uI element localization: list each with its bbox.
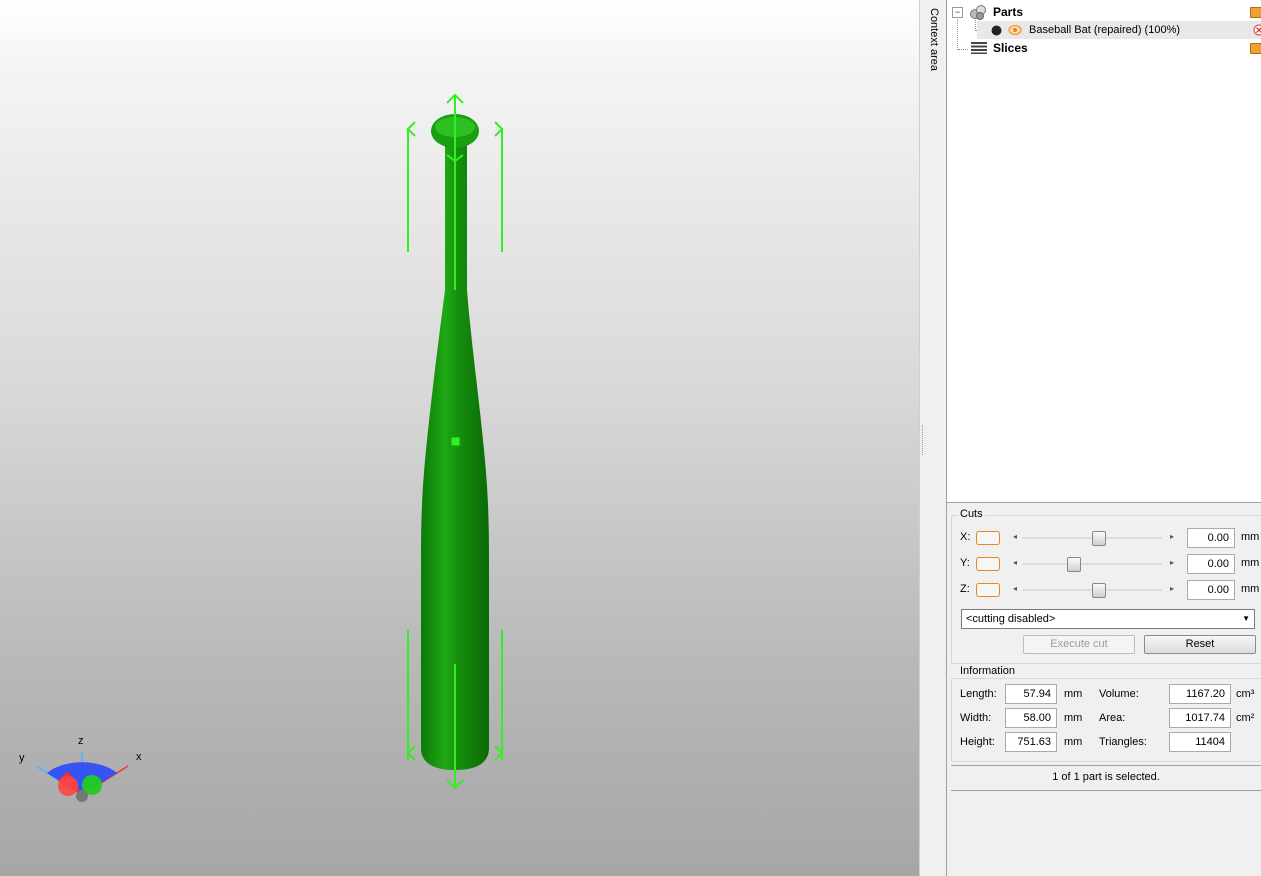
visibility-dot-icon[interactable] [991, 25, 1002, 36]
cut-y-label: Y: [960, 557, 970, 569]
3d-viewport[interactable]: z y x [0, 0, 919, 876]
cut-x-label: X: [960, 531, 971, 543]
remove-icon[interactable] [1253, 24, 1261, 36]
triangles-label: Triangles: [1099, 736, 1147, 748]
chevron-down-icon[interactable]: ▼ [1242, 610, 1250, 628]
volume-label: Volume: [1099, 688, 1139, 700]
cut-y-unit: mm [1241, 557, 1260, 569]
height-unit: mm [1064, 736, 1083, 748]
y-axis-label: y [19, 752, 25, 764]
cut-x-unit: mm [1241, 531, 1260, 543]
eye-icon[interactable] [1008, 24, 1022, 36]
cut-z-input[interactable]: 0.00 [1187, 580, 1235, 600]
cut-x-color-swatch[interactable] [976, 531, 1000, 545]
slices-icon [971, 42, 987, 54]
cut-mode-value: <cutting disabled> [966, 613, 1056, 625]
model-label: Baseball Bat (repaired) (100%) [1029, 24, 1181, 36]
cut-z-color-swatch[interactable] [976, 583, 1000, 597]
folder-icon[interactable] [1250, 7, 1261, 18]
slider-right-arrow-icon[interactable]: ▸ [1170, 532, 1174, 541]
cut-z-slider[interactable]: ◂ ▸ [1008, 583, 1176, 598]
width-value: 58.00 [1005, 708, 1057, 728]
z-axis-label: z [78, 735, 84, 747]
cut-z-unit: mm [1241, 583, 1260, 595]
splitter-grip[interactable] [922, 425, 925, 455]
slices-label: Slices [993, 41, 1028, 55]
folder-icon[interactable] [1250, 43, 1261, 54]
cut-mode-select[interactable]: <cutting disabled> ▼ [961, 609, 1255, 629]
tree-item-slices[interactable]: Slices [947, 39, 1261, 57]
tree-item-baseball-bat[interactable]: Baseball Bat (repaired) (100%) [977, 21, 1261, 39]
information-title: Information [958, 665, 1018, 677]
height-label: Height: [960, 736, 995, 748]
collapse-icon[interactable]: − [952, 7, 963, 18]
width-unit: mm [1064, 712, 1083, 724]
x-axis-label: x [136, 751, 142, 763]
cut-z-label: Z: [960, 583, 970, 595]
parts-label: Parts [993, 5, 1024, 19]
length-unit: mm [1064, 688, 1083, 700]
area-label: Area: [1099, 712, 1126, 724]
slider-thumb[interactable] [1066, 557, 1081, 572]
height-value: 751.63 [1005, 732, 1057, 752]
viewport-canvas[interactable]: z y x [0, 0, 919, 876]
execute-cut-button[interactable]: Execute cut [1023, 635, 1135, 654]
properties-panel: Cuts X: ◂ ▸ 0.00 mm Y: ◂ ▸ 0.00 mm Z: ◂ [947, 503, 1261, 876]
slider-thumb[interactable] [1092, 583, 1107, 598]
selection-status: 1 of 1 part is selected. [951, 765, 1261, 791]
area-value: 1017.74 [1169, 708, 1231, 728]
tree-item-parts[interactable]: − Parts [947, 3, 1261, 21]
width-label: Width: [960, 712, 992, 724]
cut-x-slider[interactable]: ◂ ▸ [1008, 531, 1176, 546]
cuts-title: Cuts [958, 508, 985, 520]
cut-y-input[interactable]: 0.00 [1187, 554, 1235, 574]
slider-right-arrow-icon[interactable]: ▸ [1170, 584, 1174, 593]
context-area-tab[interactable]: Context area [926, 0, 947, 876]
axis-gizmo: z y x [19, 735, 142, 802]
reset-button[interactable]: Reset [1144, 635, 1256, 654]
parts-icon [970, 5, 986, 20]
length-label: Length: [960, 688, 997, 700]
center-handle[interactable] [450, 436, 461, 447]
area-unit: cm² [1236, 712, 1255, 724]
context-area-label: Context area [928, 8, 940, 71]
volume-value: 1167.20 [1169, 684, 1231, 704]
cut-y-slider[interactable]: ◂ ▸ [1008, 557, 1176, 572]
volume-unit: cm³ [1236, 688, 1255, 700]
slider-left-arrow-icon[interactable]: ◂ [1013, 532, 1017, 541]
cut-x-input[interactable]: 0.00 [1187, 528, 1235, 548]
length-value: 57.94 [1005, 684, 1057, 704]
object-tree[interactable]: − Parts Baseball Bat (repaired) (100%) S… [947, 0, 1261, 503]
cut-y-color-swatch[interactable] [976, 557, 1000, 571]
triangles-value: 11404 [1169, 732, 1231, 752]
slider-thumb[interactable] [1092, 531, 1107, 546]
slider-left-arrow-icon[interactable]: ◂ [1013, 558, 1017, 567]
slider-left-arrow-icon[interactable]: ◂ [1013, 584, 1017, 593]
slider-right-arrow-icon[interactable]: ▸ [1170, 558, 1174, 567]
